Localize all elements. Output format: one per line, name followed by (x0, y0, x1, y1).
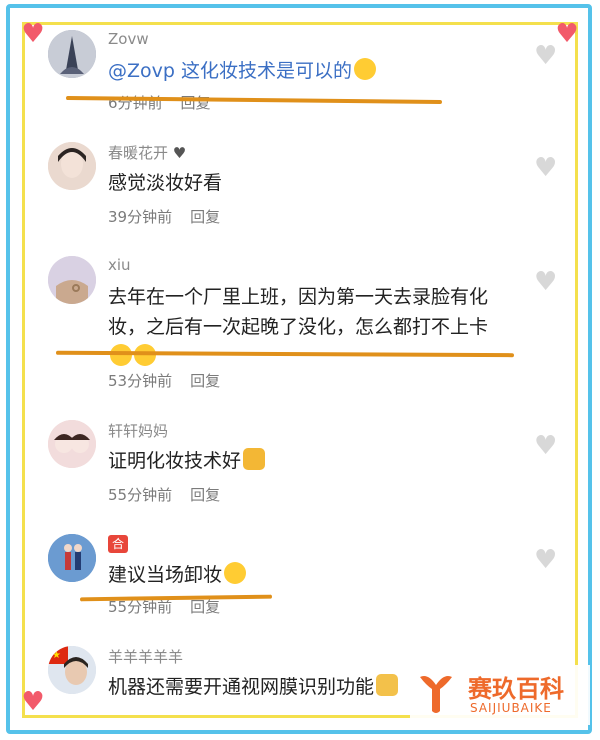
like-heart-icon[interactable]: ♥ (534, 547, 560, 573)
comment-meta: 39分钟前 回复 (108, 206, 220, 227)
avatar[interactable] (48, 420, 96, 468)
comment-username[interactable]: 羊羊羊羊羊 (108, 646, 183, 667)
like-heart-icon[interactable]: ♥ (534, 43, 560, 69)
comment-text-content: 机器还需要开通视网膜识别功能 (108, 676, 375, 698)
watermark-subtitle: SAIJIUBAIKE (470, 701, 552, 715)
comment-username[interactable]: 轩轩妈妈 (108, 420, 168, 441)
avatar[interactable] (48, 534, 96, 582)
comment-username[interactable]: 合 (108, 534, 128, 553)
comment-meta: 6分钟前 回复 (108, 92, 211, 113)
badge-icon: 合 (108, 535, 128, 553)
comment-text: @Zovp 这化妆技术是可以的 (108, 56, 528, 86)
like-heart-icon[interactable]: ♥ (534, 155, 560, 181)
comment-username[interactable]: Zovw (108, 30, 149, 48)
comment-meta: 55分钟前 回复 (108, 484, 220, 505)
whale-tail-icon (420, 676, 452, 713)
reply-button[interactable]: 回复 (190, 208, 220, 226)
avatar[interactable] (48, 142, 96, 190)
comment-text-content: 建议当场卸妆 (108, 564, 223, 586)
flushed-face-icon (354, 58, 376, 80)
fingers-crossed-icon (376, 674, 399, 696)
comment-text-content: @Zovp 这化妆技术是可以的 (108, 60, 352, 82)
comment-time: 53分钟前 (108, 372, 173, 390)
heart-icon: ♥ (21, 687, 45, 717)
comment-text: 证明化妆技术好 (108, 446, 528, 476)
comment-text: 建议当场卸妆 (108, 560, 528, 590)
reply-button[interactable]: 回复 (190, 486, 220, 504)
comment-text-content: 去年在一个厂里上班，因为第一天去录脸有化妆，之后有一次起晚了没化，怎么都打不上卡 (108, 286, 489, 338)
comment-item: 合 建议当场卸妆 55分钟前 回复 ♥ (48, 534, 560, 624)
comment-item: 轩轩妈妈 证明化妆技术好 55分钟前 回复 ♥ (48, 420, 560, 510)
thumbs-up-icon (243, 448, 266, 470)
comment-meta: 53分钟前 回复 (108, 370, 220, 391)
comment-username[interactable]: xiu (108, 256, 131, 274)
comment-item: 春暖花开 ♥ 感觉淡妆好看 39分钟前 回复 ♥ (48, 142, 560, 232)
heart-icon: ♥ (21, 19, 45, 49)
avatar[interactable]: ★ (48, 646, 96, 694)
like-heart-icon[interactable]: ♥ (534, 433, 560, 459)
avatar[interactable] (48, 30, 96, 78)
comment-item: xiu 去年在一个厂里上班，因为第一天去录脸有化妆，之后有一次起晚了没化，怎么都… (48, 256, 560, 396)
like-heart-icon[interactable]: ♥ (534, 269, 560, 295)
comment-text-content: 证明化妆技术好 (108, 450, 242, 472)
comment-text: 去年在一个厂里上班，因为第一天去录脸有化妆，之后有一次起晚了没化，怎么都打不上卡 (108, 282, 508, 372)
heart-icon: ♥ (172, 144, 187, 162)
watermark: 赛玖百科 SAIJIUBAIKE (410, 665, 590, 725)
comment-time: 55分钟前 (108, 486, 173, 504)
laughing-crying-face-icon (224, 562, 247, 584)
watermark-title: 赛玖百科 (468, 675, 564, 703)
svg-text:★: ★ (52, 650, 61, 661)
reply-button[interactable]: 回复 (190, 372, 220, 390)
comment-text: 感觉淡妆好看 (108, 172, 223, 194)
username-text: 春暖花开 (108, 144, 169, 162)
comment-username[interactable]: 春暖花开 ♥ (108, 142, 186, 163)
avatar[interactable] (48, 256, 96, 304)
comment-time: 39分钟前 (108, 208, 173, 226)
reply-button[interactable]: 回复 (190, 598, 220, 616)
